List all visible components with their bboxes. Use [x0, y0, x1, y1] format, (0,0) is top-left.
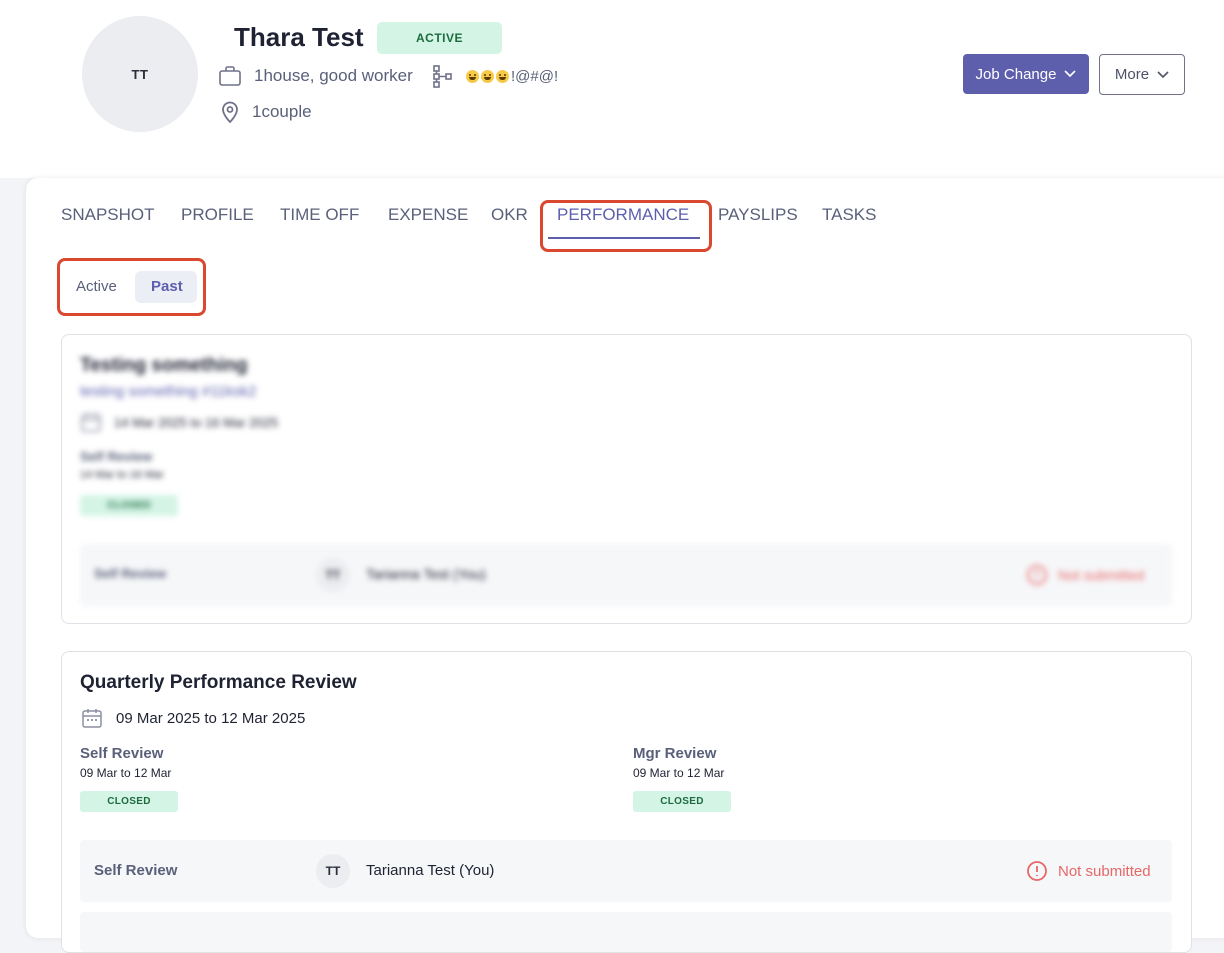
more-label: More — [1114, 66, 1150, 83]
phase-title: Self Review — [80, 449, 153, 464]
employee-avatar: TT — [82, 16, 198, 132]
tab-okr[interactable]: OKR — [491, 205, 528, 225]
location-pin-icon — [222, 101, 238, 124]
job-change-button[interactable]: Job Change — [963, 54, 1089, 94]
chevron-down-icon — [1157, 70, 1169, 78]
more-button[interactable]: More — [1099, 54, 1185, 95]
tab-payslips[interactable]: PAYSLIPS — [718, 205, 798, 225]
review-row: Self Review TT Tarianna Test (You) Not s… — [80, 544, 1172, 606]
calendar-icon — [81, 413, 101, 432]
tab-tasks[interactable]: TASKS — [822, 205, 876, 225]
row-label: Self Review — [94, 566, 167, 581]
self-review-status-badge: CLOSED — [80, 791, 178, 812]
review-cycle-card: Testing something testing something #11k… — [61, 334, 1192, 624]
review-row[interactable] — [80, 912, 1172, 952]
self-review-phase-title: Self Review — [80, 745, 164, 762]
mgr-review-phase-range: 09 Mar to 12 Mar — [633, 766, 725, 780]
tab-snapshot[interactable]: SNAPSHOT — [61, 205, 155, 225]
reviewer-avatar: TT — [316, 854, 350, 888]
briefcase-icon — [219, 66, 241, 86]
employee-name: Thara Test — [234, 22, 364, 52]
row-label: Self Review — [94, 862, 178, 879]
calendar-icon — [82, 709, 102, 728]
reviewer-avatar: TT — [316, 558, 350, 592]
self-review-phase-range: 09 Mar to 12 Mar — [80, 766, 172, 780]
toggle-highlight — [57, 258, 206, 316]
avatar-initials: TT — [131, 66, 149, 82]
job-title: 1house, good worker — [254, 66, 413, 85]
chevron-down-icon — [1064, 70, 1077, 78]
alert-circle-icon — [1027, 565, 1047, 585]
grinning-face-icon — [496, 70, 509, 84]
submission-status-label: Not submitted — [1058, 567, 1145, 583]
department-meta: !@#@! — [432, 64, 558, 88]
grinning-face-icon — [466, 70, 479, 84]
submission-status-label: Not submitted — [1058, 862, 1151, 880]
employee-status-badge: ACTIVE — [377, 22, 502, 54]
review-dates: 09 Mar 2025 to 12 Mar 2025 — [80, 706, 305, 730]
review-title: Testing something — [80, 355, 248, 376]
reviewer-name: Tarianna Test (You) — [366, 566, 486, 582]
review-dates: 14 Mar 2025 to 16 Mar 2025 — [80, 411, 278, 433]
review-subtitle: testing something #11ksk2 — [80, 383, 257, 400]
job-title-meta: 1house, good worker — [218, 64, 413, 88]
review-date-range: 09 Mar 2025 to 12 Mar 2025 — [116, 709, 306, 727]
org-chart-icon — [433, 65, 452, 88]
submission-status: Not submitted — [1026, 860, 1151, 882]
performance-tab-highlight — [540, 200, 712, 252]
phase-range: 14 Mar to 16 Mar — [80, 469, 164, 481]
employee-header: TT Thara Test ACTIVE 1house, good worker… — [0, 0, 1224, 178]
review-date-range: 14 Mar 2025 to 16 Mar 2025 — [114, 414, 279, 430]
mgr-review-phase-title: Mgr Review — [633, 745, 717, 762]
grinning-face-icon — [481, 70, 494, 84]
review-title: Quarterly Performance Review — [80, 672, 357, 693]
mgr-review-status-badge: CLOSED — [633, 791, 731, 812]
tab-profile[interactable]: PROFILE — [181, 205, 254, 225]
job-change-label: Job Change — [975, 65, 1057, 83]
tab-expense[interactable]: EXPENSE — [388, 205, 468, 225]
phase-status-badge: CLOSED — [80, 495, 178, 516]
review-cycle-card: Quarterly Performance Review 09 Mar 2025… — [61, 651, 1192, 953]
blurred-review-content: Testing something testing something #11k… — [62, 335, 1191, 623]
location-name: 1couple — [252, 102, 312, 121]
location-meta: 1couple — [220, 100, 312, 124]
review-row[interactable]: Self Review TT Tarianna Test (You) Not s… — [80, 840, 1172, 902]
reviewer-name: Tarianna Test (You) — [366, 862, 495, 879]
alert-circle-icon — [1027, 861, 1047, 881]
submission-status: Not submitted — [1026, 564, 1144, 586]
department-name: !@#@! — [466, 68, 558, 85]
tab-time-off[interactable]: TIME OFF — [280, 205, 359, 225]
